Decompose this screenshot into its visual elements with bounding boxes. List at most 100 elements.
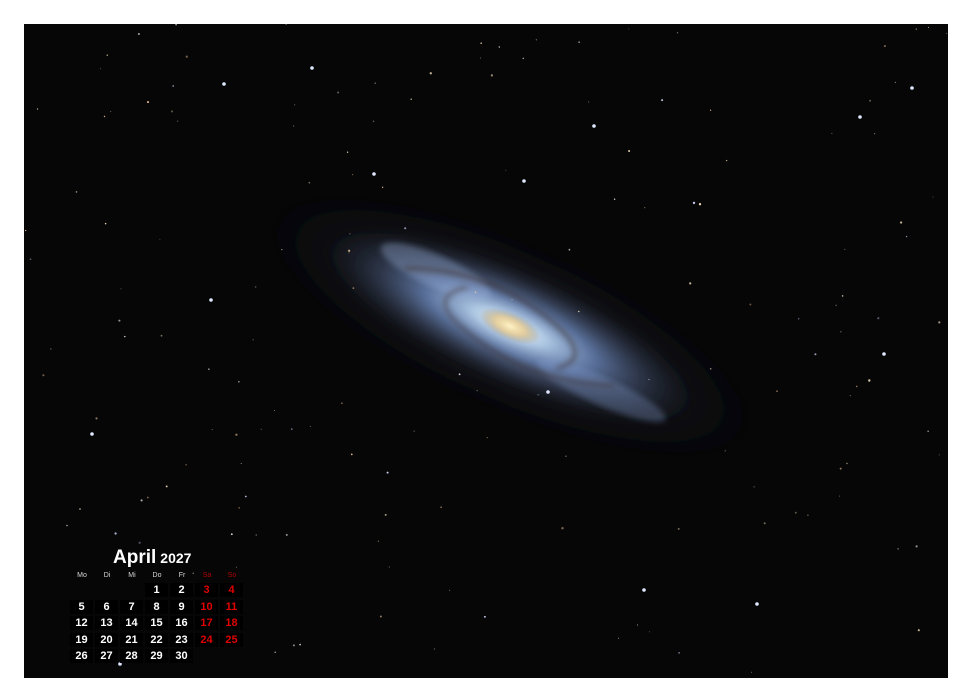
star — [844, 248, 846, 250]
day-cell — [70, 583, 93, 597]
star — [235, 566, 237, 568]
star — [698, 203, 702, 206]
star — [486, 437, 488, 439]
star — [140, 499, 143, 502]
star — [106, 54, 109, 56]
star — [874, 133, 876, 135]
star — [138, 541, 141, 544]
day-cell — [95, 583, 118, 597]
weekday-label: So — [227, 572, 237, 579]
star — [146, 101, 150, 104]
star — [648, 631, 650, 633]
star — [831, 132, 833, 134]
star — [637, 624, 638, 626]
star — [910, 86, 914, 90]
star — [709, 367, 712, 370]
day-cell: 24 — [195, 632, 218, 647]
day-cell: 5 — [70, 599, 93, 614]
star — [807, 514, 809, 517]
star — [592, 124, 596, 128]
star — [915, 28, 918, 30]
star — [25, 229, 27, 232]
star — [648, 378, 650, 381]
day-cell: 1 — [145, 583, 168, 597]
day-cell: 11 — [220, 599, 243, 614]
star — [458, 373, 461, 376]
star — [689, 282, 692, 285]
star — [170, 110, 174, 113]
day-cell: 23 — [170, 632, 193, 647]
day-cell: 28 — [120, 649, 143, 663]
star — [877, 317, 880, 320]
star — [177, 120, 179, 122]
star — [124, 335, 126, 338]
star — [273, 410, 275, 411]
day-cell: 17 — [195, 616, 218, 630]
day-cell: 29 — [145, 649, 168, 663]
star — [238, 381, 240, 383]
star — [260, 428, 262, 430]
day-cell: 21 — [120, 632, 143, 647]
star — [522, 57, 525, 60]
star — [724, 450, 726, 452]
day-cell: 16 — [170, 616, 193, 630]
star — [483, 615, 486, 618]
star — [185, 464, 187, 466]
star — [749, 303, 752, 306]
star — [522, 179, 526, 183]
star — [476, 390, 478, 392]
star — [211, 429, 213, 431]
star — [103, 115, 106, 118]
star — [379, 615, 382, 618]
star — [928, 26, 930, 28]
star — [350, 453, 353, 456]
star — [840, 331, 842, 333]
star — [946, 32, 948, 34]
star — [381, 186, 384, 188]
star — [797, 318, 800, 320]
star — [938, 454, 940, 456]
star — [868, 379, 871, 382]
star — [839, 467, 842, 470]
star — [79, 508, 81, 510]
star — [613, 198, 616, 200]
star — [473, 323, 475, 325]
star — [346, 151, 349, 153]
star — [120, 288, 122, 290]
star — [927, 430, 929, 432]
star — [709, 109, 712, 111]
star — [351, 173, 354, 176]
star — [578, 41, 580, 44]
weekday-label: Do — [152, 572, 162, 579]
star — [433, 648, 436, 650]
star — [118, 319, 121, 322]
day-cell: 10 — [195, 599, 218, 614]
day-cell — [220, 649, 243, 663]
star — [75, 191, 78, 193]
star — [905, 235, 908, 238]
day-cell: 30 — [170, 649, 193, 663]
star — [858, 115, 862, 119]
day-cell: 13 — [95, 616, 118, 630]
star — [676, 32, 679, 34]
day-cell: 3 — [195, 583, 218, 597]
star — [100, 68, 102, 70]
star — [372, 172, 376, 176]
star — [285, 24, 287, 25]
star — [932, 196, 934, 198]
day-cell — [195, 649, 218, 663]
star — [505, 169, 507, 171]
star — [274, 651, 276, 653]
star — [36, 108, 39, 110]
star — [337, 91, 340, 94]
star — [165, 485, 168, 488]
star — [255, 534, 257, 536]
day-cell: 27 — [95, 649, 118, 663]
star — [66, 524, 68, 527]
day-cell: 20 — [95, 632, 118, 647]
star — [404, 227, 407, 230]
weekday-label: Fr — [178, 572, 186, 579]
weekday-label: Sa — [202, 572, 212, 579]
star — [114, 532, 117, 535]
star — [498, 46, 501, 48]
